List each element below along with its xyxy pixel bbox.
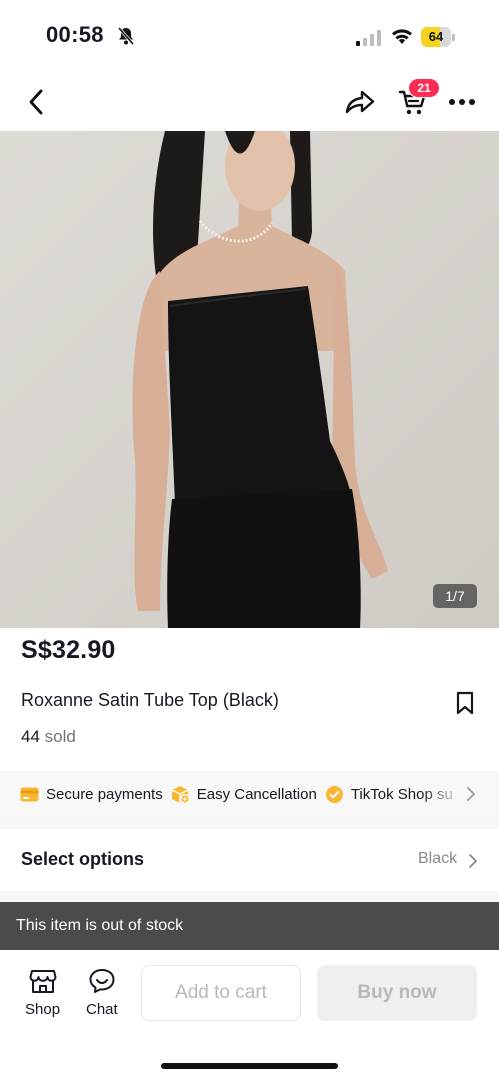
feature-label: Easy Cancellation (196, 785, 317, 803)
buy-now-button[interactable]: Buy now (317, 965, 477, 1021)
shop-icon[interactable] (29, 967, 57, 995)
product-title: Roxanne Satin Tube Top (Black) (21, 690, 279, 710)
chevron-left-icon (29, 89, 43, 115)
battery-indicator: 64 (421, 27, 455, 47)
card-icon (20, 787, 39, 801)
features-fade (420, 771, 464, 817)
shop-button-label[interactable]: Shop (25, 1001, 60, 1018)
feature-easy-cancellation: Easy Cancellation (171, 785, 317, 804)
cart-count-badge: 21 (408, 78, 440, 98)
selected-option-value: Black (418, 850, 458, 867)
product-image[interactable] (0, 131, 499, 628)
home-indicator[interactable] (161, 1063, 338, 1069)
more-horizontal-icon (449, 99, 475, 105)
status-time: 00:58 (46, 22, 104, 47)
sold-number: 44 (21, 727, 40, 746)
product-price: S$32.90 (21, 636, 116, 664)
chat-bubble-icon[interactable] (88, 967, 116, 995)
select-options-label: Select options (21, 849, 145, 869)
chevron-right-icon[interactable] (464, 784, 478, 804)
chat-button-label[interactable]: Chat (86, 1001, 118, 1018)
more-button[interactable] (444, 86, 480, 118)
section-gap (0, 891, 499, 902)
back-button[interactable] (20, 86, 52, 118)
out-of-stock-banner: This item is out of stock (0, 902, 499, 950)
wifi-icon (392, 29, 412, 44)
share-button[interactable] (340, 86, 380, 118)
feature-secure-payments: Secure payments (20, 786, 163, 803)
chevron-right-icon (469, 854, 477, 868)
spacer (0, 760, 499, 771)
share-arrow-icon (345, 90, 375, 114)
check-badge-icon (325, 785, 343, 803)
feature-label: Secure payments (46, 785, 163, 803)
image-counter: 1/7 (433, 584, 477, 608)
box-return-icon (171, 785, 190, 804)
bell-slash-icon (117, 27, 135, 45)
sold-label: sold (44, 727, 76, 746)
product-photo (0, 131, 499, 628)
cellular-signal-icon (356, 30, 381, 46)
section-gap (0, 817, 499, 829)
bookmark-icon[interactable] (453, 690, 477, 716)
sold-count: 44 sold (21, 727, 76, 747)
battery-percentage: 64 (428, 29, 444, 44)
add-to-cart-button[interactable]: Add to cart (141, 965, 301, 1021)
